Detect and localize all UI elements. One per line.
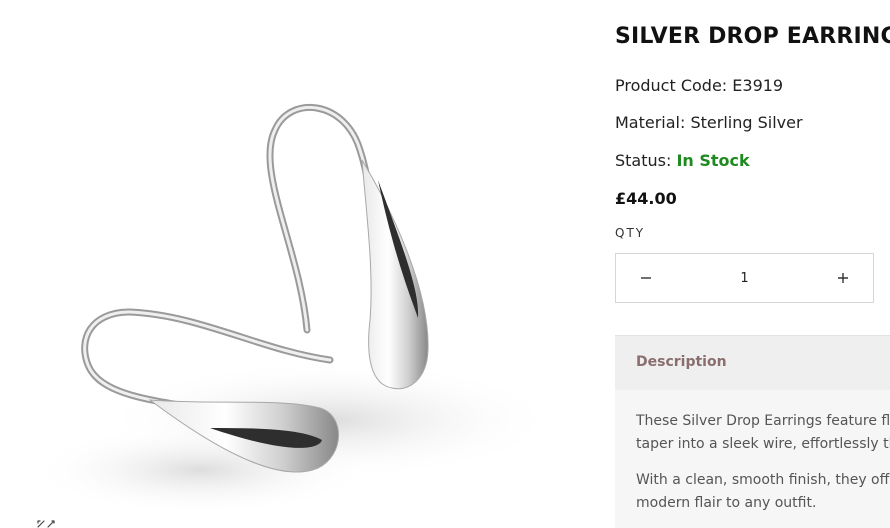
product-page: SILVER DROP EARRINGS Product Code: E3919… [0,0,890,528]
description-heading: Description [636,354,727,370]
description-paragraph: With a clean, smooth finish, they offer … [636,469,890,515]
zoom-button[interactable] [34,516,58,528]
product-material: Material: Sterling Silver [615,113,803,132]
product-gallery [0,0,590,528]
description-line: taper into a sleek wire, effortlessly th… [636,436,890,452]
quantity-label: QTY [615,226,646,240]
product-code-label: Product Code: [615,76,733,95]
increase-quantity-button[interactable] [813,254,873,302]
description-panel: These Silver Drop Earrings feature flui … [615,390,890,528]
expand-icon [37,520,55,528]
stock-status-badge: In Stock [676,151,750,170]
product-image [30,104,560,515]
description-line: With a clean, smooth finish, they offer [636,472,890,488]
product-material-value: Sterling Silver [690,113,803,132]
quantity-stepper [615,253,874,303]
quantity-input[interactable] [676,254,813,302]
decrease-quantity-button[interactable] [616,254,676,302]
minus-icon [641,277,651,279]
description-line: These Silver Drop Earrings feature flui [636,413,890,429]
product-code-value: E3919 [732,76,784,95]
product-status-label: Status: [615,151,677,170]
description-accordion-toggle[interactable]: Description [615,335,890,390]
product-title: SILVER DROP EARRINGS [615,24,890,49]
product-price: £44.00 [615,189,677,208]
description-paragraph: These Silver Drop Earrings feature flui … [636,410,890,456]
product-material-label: Material: [615,113,691,132]
plus-icon [838,273,848,283]
description-line: modern flair to any outfit. [636,495,817,511]
product-code: Product Code: E3919 [615,76,783,95]
product-status: Status: In Stock [615,151,750,170]
